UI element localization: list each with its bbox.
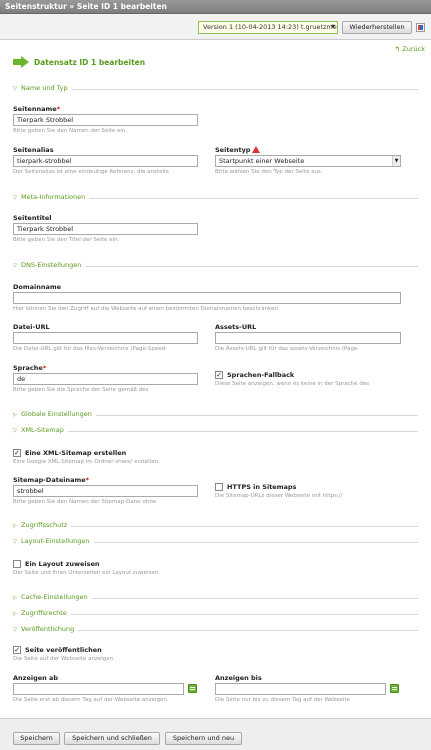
section-name-typ[interactable]: ▽ Name und Typ (13, 84, 418, 94)
section-dns[interactable]: ▽ DNS-Einstellungen (13, 261, 418, 271)
seitenalias-hint: Der Seitenalias ist eine eindeutige Refe… (13, 169, 169, 175)
anzeigen-bis-input[interactable] (215, 683, 386, 695)
datei-url-hint: Die Datei-URL gilt für das files-Verzeic… (13, 346, 168, 352)
calendar-icon[interactable] (390, 684, 399, 693)
restore-button[interactable]: Wiederherstellen (342, 21, 412, 34)
anzeigen-bis-hint: Die Seite nur bis zu diesem Tag auf der … (215, 697, 350, 703)
section-zugriffsrechte[interactable]: ▷ Zugriffsrechte (13, 609, 418, 619)
chevron-down-icon: ▼ (331, 24, 335, 30)
seitenalias-input[interactable]: tierpark-strobbel (13, 155, 198, 167)
arrow-right-icon (13, 56, 29, 68)
sitemap-name-label: Sitemap-Dateiname* (13, 476, 90, 484)
seitentitel-hint: Bitte geben Sie den Titel der Seite ein. (13, 237, 120, 243)
sprache-hint: Bitte geben Sie die Sprache der Seite ge… (13, 387, 149, 393)
anzeigen-ab-hint: Die Seite erst ab diesem Tag auf der Web… (13, 697, 169, 703)
version-value: Version 1 (10-04-2013 14:23) t.gruetzmer (203, 23, 338, 31)
assets-url-hint: Die Assets-URL gilt für das assets-Verze… (215, 346, 360, 352)
warning-icon (252, 146, 261, 153)
sprachen-fallback-hint: Diese Seite anzeigen, wenn es keine in d… (215, 381, 370, 387)
chevron-right-icon: ▷ (13, 595, 17, 601)
seitenname-label: Seitenname* (13, 105, 61, 113)
anzeigen-ab-label: Anzeigen ab (13, 674, 59, 682)
chevron-down-icon: ▽ (13, 263, 17, 269)
chevron-down-icon: ▽ (13, 195, 17, 201)
seite-veroeffentlichen-checkbox[interactable]: ✓ (13, 646, 21, 654)
layout-zuweisen-hint: Der Seite und ihren Unterseiten ein Layo… (13, 570, 161, 576)
save-new-button[interactable]: Speichern und neu (165, 732, 242, 745)
seitenname-input[interactable]: Tierpark Strobbel (13, 114, 198, 126)
chevron-down-icon: ▼ (392, 156, 400, 166)
https-sitemap-label: HTTPS in Sitemaps (227, 483, 297, 491)
https-sitemap-checkbox[interactable] (215, 483, 223, 491)
sprache-label: Sprache* (13, 364, 47, 372)
seitenalias-label: Seitenalias (13, 146, 54, 154)
sprachen-fallback-label: Sprachen-Fallback (227, 371, 295, 379)
seitentitel-input[interactable]: Tierpark Strobbel (13, 223, 198, 235)
diff-icon[interactable] (416, 23, 425, 32)
section-veroeffentlichung[interactable]: ▽ Veröffentlichung (13, 625, 418, 635)
back-link[interactable]: ↰ Zurück (395, 45, 425, 53)
seite-veroeffentlichen-hint: Die Seite auf der Webseite anzeigen. (13, 656, 115, 662)
datei-url-label: Datei-URL (13, 323, 50, 331)
datei-url-input[interactable] (13, 332, 198, 344)
section-layout[interactable]: ▽ Layout-Einstellungen (13, 537, 418, 547)
sprache-input[interactable]: de (13, 373, 198, 385)
seitentyp-label: Seitentyp (215, 146, 261, 154)
save-close-button[interactable]: Speichern und schließen (64, 732, 160, 745)
seitentitel-label: Seitentitel (13, 214, 52, 222)
anzeigen-bis-label: Anzeigen bis (215, 674, 262, 682)
section-zugriffsschutz[interactable]: ▷ Zugriffsschutz (13, 521, 418, 531)
assets-url-input[interactable] (215, 332, 401, 344)
sitemap-name-input[interactable]: strobbel (13, 485, 198, 497)
assets-url-label: Assets-URL (215, 323, 257, 331)
chevron-right-icon: ▷ (13, 523, 17, 529)
xml-sitemap-hint: Eine Google XML-Sitemap im Ordner share/… (13, 459, 160, 465)
anzeigen-ab-input[interactable] (13, 683, 184, 695)
seitenname-hint: Bitte geben Sie den Namen der Seite ein. (13, 128, 128, 134)
xml-sitemap-label: Eine XML-Sitemap erstellen (25, 449, 127, 457)
form-footer: Speichern Speichern und schließen Speich… (0, 718, 431, 750)
section-global[interactable]: ▷ Globale Einstellungen (13, 410, 418, 420)
toolbar: Version 1 (10-04-2013 14:23) t.gruetzmer… (0, 14, 431, 40)
xml-sitemap-checkbox[interactable]: ✓ (13, 449, 21, 457)
layout-zuweisen-label: Ein Layout zuweisen (25, 560, 100, 568)
chevron-down-icon: ▽ (13, 539, 17, 545)
section-meta[interactable]: ▽ Meta-Informationen (13, 193, 418, 203)
section-cache[interactable]: ▷ Cache-Einstellungen (13, 593, 418, 603)
https-sitemap-hint: Die Sitemap-URLs dieser Webseite mit htt… (215, 493, 343, 499)
chevron-down-icon: ▽ (13, 627, 17, 633)
seitentyp-select[interactable]: Startpunkt einer Webseite ▼ (215, 155, 401, 167)
chevron-down-icon: ▽ (13, 86, 17, 92)
back-arrow-icon: ↰ (394, 45, 401, 53)
section-xml[interactable]: ▽ XML-Sitemap (13, 426, 418, 436)
chevron-down-icon: ▽ (13, 428, 17, 434)
seite-veroeffentlichen-label: Seite veröffentlichen (25, 646, 102, 654)
version-select[interactable]: Version 1 (10-04-2013 14:23) t.gruetzmer… (198, 21, 338, 34)
sprachen-fallback-checkbox[interactable]: ✓ (215, 371, 223, 379)
domainname-input[interactable] (13, 292, 401, 304)
sitemap-name-hint: Bitte geben Sie den Namen der Sitemap-Da… (13, 499, 157, 505)
seitentyp-hint: Bitte wählen Sie den Typ der Seite aus. (215, 169, 323, 175)
save-button[interactable]: Speichern (13, 732, 60, 745)
chevron-right-icon: ▷ (13, 412, 17, 418)
domainname-label: Domainname (13, 283, 62, 291)
chevron-right-icon: ▷ (13, 611, 17, 617)
layout-zuweisen-checkbox[interactable] (13, 560, 21, 568)
edit-form: ↰ Zurück Datensatz ID 1 bearbeiten ▽ Name… (13, 45, 425, 703)
calendar-icon[interactable] (188, 684, 197, 693)
domainname-hint: Hier können Sie den Zugriff auf die Webs… (13, 306, 280, 312)
window-title: Seitenstruktur » Seite ID 1 bearbeiten (0, 0, 431, 14)
